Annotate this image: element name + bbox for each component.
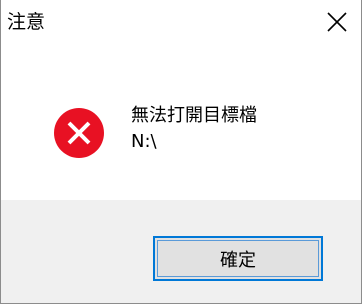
error-path: N:\ — [131, 131, 157, 152]
error-icon — [54, 108, 104, 158]
ok-button[interactable]: 確定 — [153, 236, 323, 281]
close-button[interactable] — [319, 6, 355, 38]
error-dialog: 注意 無法打開目標檔 N:\ 確定 — [0, 0, 362, 304]
dialog-title: 注意 — [7, 11, 46, 33]
dialog-content: 無法打開目標檔 N:\ — [1, 44, 361, 200]
close-icon — [327, 12, 347, 32]
title-bar: 注意 — [1, 0, 361, 44]
error-message: 無法打開目標檔 — [131, 105, 257, 126]
ok-button-label: 確定 — [220, 249, 256, 271]
button-bar: 確定 — [1, 200, 361, 303]
